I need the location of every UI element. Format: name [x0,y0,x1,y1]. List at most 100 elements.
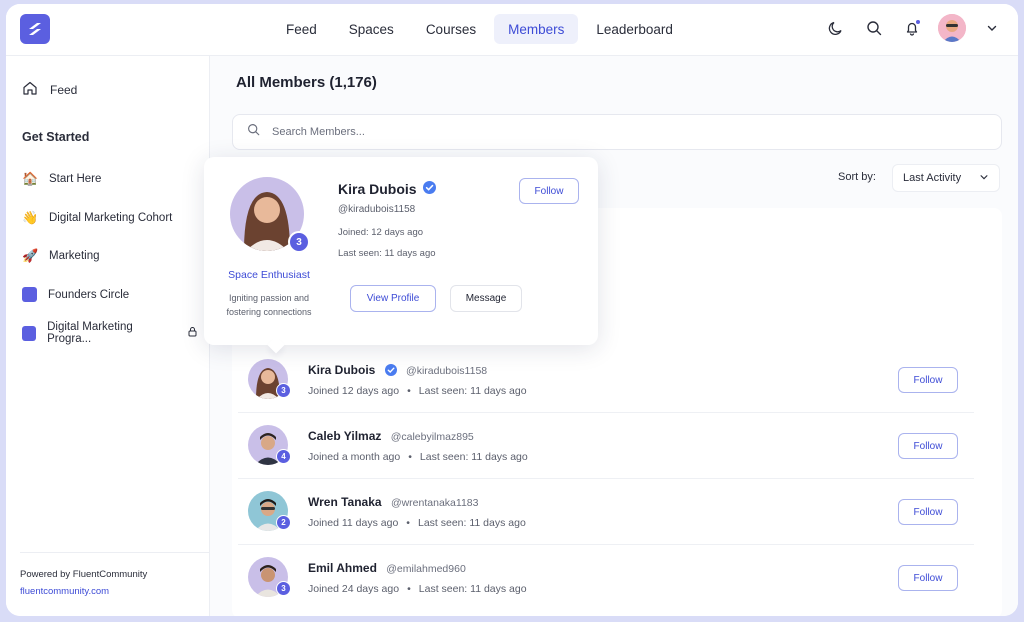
member-name[interactable]: Caleb Yilmaz @calebyilmaz895 [308,429,474,443]
member-handle: @wrentanaka1183 [390,497,479,509]
sidebar-item-label: Start Here [49,173,102,186]
rocket-emoji-icon: 🚀 [22,248,39,264]
popover-user-title: Space Enthusiast [228,269,310,281]
separator-dot: • [407,583,411,595]
view-profile-button[interactable]: View Profile [350,285,436,312]
chevron-down-icon[interactable] [980,16,1004,40]
search-box[interactable] [232,114,1002,150]
chevron-down-icon [979,172,989,185]
sidebar-item-label: Marketing [49,250,100,263]
member-joined: Joined a month ago [308,451,401,463]
nav-feed[interactable]: Feed [272,14,331,44]
sort-value: Last Activity [903,172,962,184]
search-icon[interactable] [862,16,886,40]
search-icon [247,123,260,141]
level-badge: 3 [276,581,291,596]
sidebar-item-label: Digital Marketing Progra... [47,321,133,346]
popover-name-text: Kira Dubois [338,181,417,197]
member-meta: Joined a month ago • Last seen: 11 days ag… [308,451,528,463]
member-last-seen: Last seen: 11 days ago [419,451,528,463]
sidebar-item-feed[interactable]: Feed [22,80,77,99]
sidebar-item-digital-marketing-cohort[interactable]: 👋 Digital Marketing Cohort [22,199,198,238]
sidebar-list: 🏠 Start Here 👋 Digital Marketing Cohort … [22,160,198,353]
sidebar: Feed Get Started 🏠 Start Here 👋 Digital … [6,56,210,616]
member-name-text: Wren Tanaka [308,495,382,509]
nav-spaces[interactable]: Spaces [335,14,408,44]
member-name[interactable]: Emil Ahmed @emilahmed960 [308,561,466,575]
sidebar-item-label: Founders Circle [48,288,130,301]
member-name[interactable]: Wren Tanaka @wrentanaka1183 [308,495,478,509]
top-bar: Feed Spaces Courses Members Leaderboard [6,4,1018,56]
search-input[interactable] [272,126,872,138]
sidebar-item-label: Feed [50,82,78,97]
main-nav: Feed Spaces Courses Members Leaderboard [272,14,687,44]
notification-dot [915,19,921,25]
member-joined: Joined 24 days ago [308,583,400,595]
nav-members[interactable]: Members [494,14,579,44]
user-avatar[interactable] [938,14,966,42]
page-title: All Members (1,176) [236,74,377,91]
popover-name: Kira Dubois [338,181,436,197]
powered-by-link[interactable]: fluentcommunity.com [20,586,210,597]
sort-select[interactable]: Last Activity [892,164,1000,192]
message-button[interactable]: Message [450,285,522,312]
separator-dot: • [408,451,412,463]
sidebar-item-label: Digital Marketing Cohort [49,211,173,224]
member-name-text: Kira Dubois [308,363,376,377]
nav-courses[interactable]: Courses [412,14,490,44]
top-icons [824,14,1004,42]
level-badge: 3 [288,231,310,253]
member-meta: Joined 24 days ago • Last seen: 11 days ag… [308,583,527,595]
powered-by-text: Powered by FluentCommunity [20,569,148,580]
member-handle: @emilahmed960 [386,563,466,575]
member-handle: @kiradubois1158 [406,365,488,377]
bell-icon[interactable] [900,16,924,40]
follow-button[interactable]: Follow [898,367,958,393]
moon-icon[interactable] [824,16,848,40]
popover-last-seen: Last seen: 11 days ago [338,248,436,259]
app-window: Feed Spaces Courses Members Leaderboard [6,4,1018,616]
sort-label: Sort by: [838,171,876,183]
profile-popover: 3 Space Enthusiast Igniting passion and … [204,157,598,354]
level-badge: 3 [276,383,291,398]
member-row[interactable]: 2 Wren Tanaka @wrentanaka1183 Joined 11 … [238,479,974,545]
purple-square-icon [22,287,37,303]
separator-dot: • [407,385,411,397]
house-emoji-icon: 🏠 [22,171,39,187]
member-meta: Joined 12 days ago • Last seen: 11 days ag… [308,385,527,397]
member-last-seen: Last seen: 11 days ago [418,583,527,595]
verified-icon [422,181,436,197]
sidebar-item-founders-circle[interactable]: Founders Circle [22,276,198,315]
sidebar-item-digital-marketing-program[interactable]: Digital Marketing Progra... [22,314,198,353]
level-badge: 4 [276,449,291,464]
follow-button[interactable]: Follow [898,565,958,591]
purple-square-icon [22,325,37,341]
member-name[interactable]: Kira Dubois @kiradubois1158 [308,363,487,379]
member-name-text: Emil Ahmed [308,561,377,575]
home-icon [22,80,38,99]
nav-leaderboard[interactable]: Leaderboard [582,14,687,44]
member-row[interactable]: 4 Caleb Yilmaz @calebyilmaz895 Joined a … [238,413,974,479]
member-row[interactable]: 3 Emil Ahmed @emilahmed960 Joined 24 day… [238,545,974,611]
popover-joined: Joined: 12 days ago [338,227,424,238]
sidebar-footer: Powered by FluentCommunity fluentcommuni… [20,552,210,616]
sidebar-heading: Get Started [22,130,90,144]
follow-button[interactable]: Follow [898,499,958,525]
sidebar-item-start-here[interactable]: 🏠 Start Here [22,160,198,199]
waving-hand-emoji-icon: 👋 [22,209,39,225]
separator-dot: • [406,517,410,529]
follow-button[interactable]: Follow [898,433,958,459]
member-handle: @calebyilmaz895 [390,431,474,443]
sidebar-item-marketing[interactable]: 🚀 Marketing [22,237,198,276]
lock-icon [187,326,198,340]
member-row[interactable]: 3 Kira Dubois @kiradubois1158 Joined 12 … [238,347,974,413]
member-joined: Joined 12 days ago [308,385,400,397]
logo-icon[interactable] [20,14,50,44]
member-joined: Joined 11 days ago [308,517,399,529]
level-badge: 2 [276,515,291,530]
verified-icon [384,364,400,379]
member-meta: Joined 11 days ago • Last seen: 11 days ag… [308,517,526,529]
popover-follow-button[interactable]: Follow [519,178,579,204]
popover-bio: Igniting passion and fostering connectio… [226,293,312,317]
popover-handle: @kiradubois1158 [338,204,416,215]
